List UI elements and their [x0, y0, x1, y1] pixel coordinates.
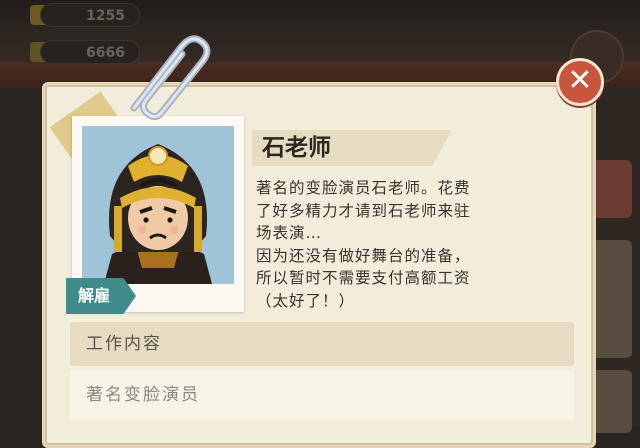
description-line: 所以暂时不需要支付高额工资: [256, 269, 471, 287]
gold-counter: 1255: [40, 3, 140, 27]
description-line: （太好了！）: [256, 291, 356, 310]
background-tab-3: [592, 370, 632, 433]
work-section-header: 工作内容: [70, 322, 574, 366]
character-name: 石老师: [262, 135, 331, 161]
work-section-content: 著名变脸演员: [70, 370, 574, 420]
fire-button[interactable]: 解雇: [66, 278, 136, 314]
character-description: 著名的变脸演员石老师。花费 了好多精力才请到石老师来驻 场表演… 因为还没有做好…: [256, 177, 512, 312]
background-tab-2: [592, 240, 632, 358]
description-line: 场表演…: [256, 224, 323, 242]
close-button[interactable]: ✕: [556, 58, 604, 106]
background-left: [0, 88, 48, 425]
background-tab-1: [592, 160, 632, 218]
work-description: 著名变脸演员: [86, 385, 200, 405]
description-line: 著名的变脸演员石老师。花费: [256, 179, 471, 197]
close-icon: ✕: [567, 63, 593, 98]
paperclip-icon: [120, 30, 215, 121]
description-line: 因为还没有做好舞台的准备，: [256, 246, 471, 265]
character-portrait: [82, 126, 234, 284]
description-line: 了好多精力才请到石老师来驻: [256, 201, 471, 220]
work-section-title: 工作内容: [86, 334, 162, 354]
